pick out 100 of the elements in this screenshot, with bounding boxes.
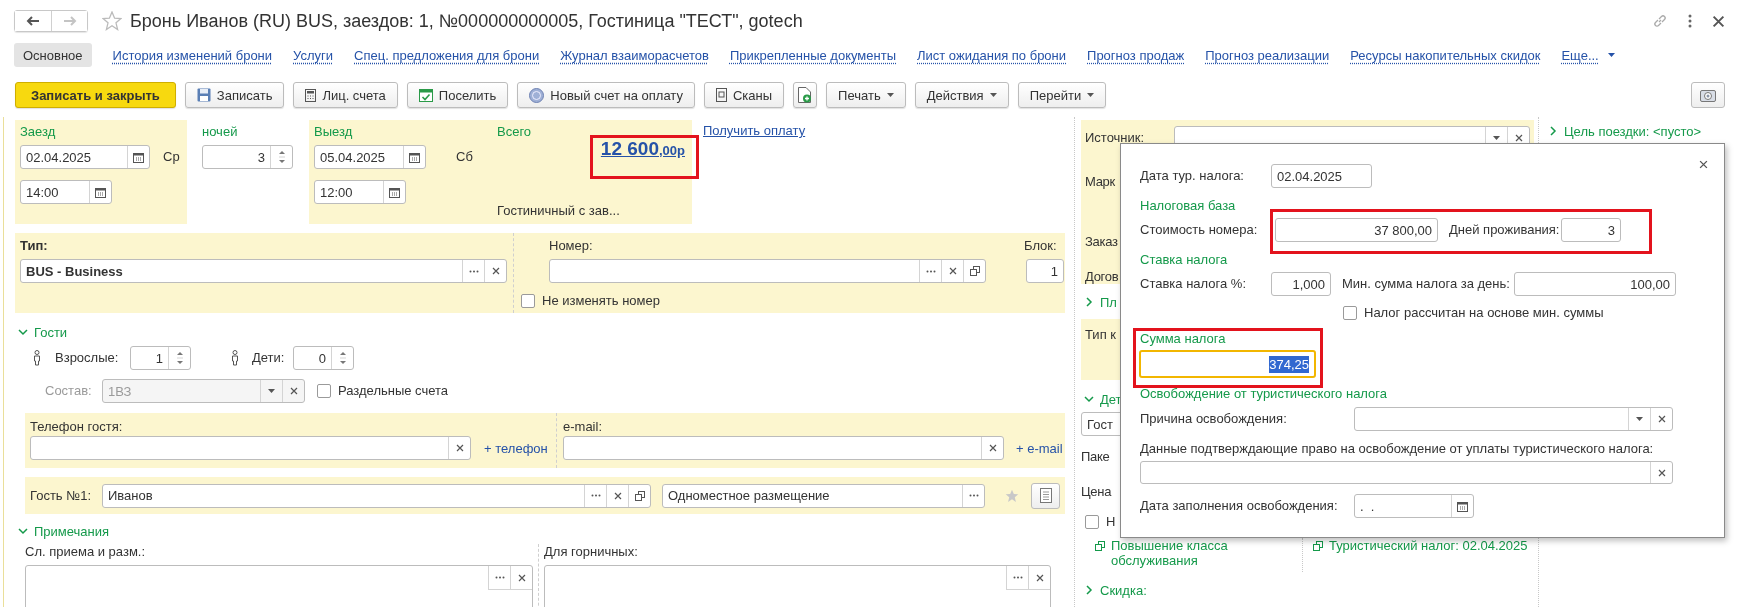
field-label: Номер: — [549, 238, 594, 254]
room-cost-field[interactable]: 37 800,00 — [1275, 218, 1438, 242]
adults-field[interactable]: 1 — [130, 346, 191, 370]
group-label: ночей — [202, 124, 238, 140]
coin-icon — [529, 87, 545, 103]
window-title: Бронь Иванов (RU) BUS, заездов: 1, №000000000005, Гостиница "ТЕСТ", gotech — [130, 10, 803, 32]
notes-button[interactable] — [1031, 482, 1060, 509]
checkbox[interactable]: Н — [1085, 514, 1116, 530]
group-title: Налоговая база — [1140, 198, 1237, 214]
window-icon — [1313, 541, 1323, 551]
field-label: Гость №1: — [30, 487, 93, 504]
min-sum-field[interactable]: 100,00 — [1514, 272, 1676, 296]
close-icon — [613, 491, 622, 500]
room-type-field[interactable]: BUS - Business — [20, 259, 507, 283]
guest-name-field[interactable]: Иванов — [102, 483, 651, 508]
date-field[interactable]: 02.04.2025 — [20, 145, 150, 169]
checkbox[interactable]: Раздельные счета — [317, 383, 449, 399]
room-number-field[interactable] — [549, 259, 986, 283]
chevron-icon — [18, 526, 28, 536]
toolbar-button[interactable]: Лиц. счета — [293, 82, 398, 108]
section-header[interactable]: Цель поездки: <пусто> — [1545, 123, 1702, 139]
tab[interactable]: Журнал взаиморасчетов — [560, 43, 709, 67]
more-menu[interactable]: Еще... — [1561, 47, 1615, 63]
link-icon — [1652, 13, 1668, 29]
field-label: Сл. приема и разм.: — [25, 544, 146, 560]
caret-icon — [1493, 136, 1500, 140]
nights-field[interactable]: 3 — [202, 145, 293, 169]
ellipsis-icon — [925, 269, 936, 273]
camera-icon — [1700, 88, 1716, 102]
menu-button[interactable]: Перейти — [1017, 82, 1107, 108]
menu-button[interactable]: Действия — [914, 82, 1009, 108]
add-phone-link[interactable]: + телефон — [484, 440, 548, 456]
star-icon — [102, 11, 122, 31]
back-button[interactable] — [15, 11, 51, 31]
caret-icon — [1607, 53, 1615, 57]
children-field[interactable]: 0 — [293, 346, 354, 370]
camera-button[interactable] — [1691, 82, 1725, 108]
close-icon — [988, 444, 997, 452]
upgrade-link[interactable]: Повышение класса обслуживания — [1095, 538, 1235, 568]
tab[interactable]: История изменений брони — [112, 43, 273, 67]
group-title: Сумма налога — [1140, 331, 1227, 347]
add-email-link[interactable]: + e-mail — [1016, 440, 1063, 456]
exemption-date-field[interactable]: . . — [1354, 494, 1474, 518]
section-header[interactable]: Примечания — [15, 523, 110, 539]
clear-button[interactable] — [510, 566, 532, 590]
section-header[interactable]: Пл — [1081, 294, 1117, 310]
phone-field[interactable] — [30, 436, 471, 460]
rate-field[interactable]: 1,000 — [1271, 272, 1331, 296]
tab[interactable]: Прогноз продаж — [1087, 43, 1185, 67]
more-icon — [1688, 14, 1692, 28]
toolbar-button[interactable]: Записать — [184, 82, 285, 108]
placement-field[interactable]: Одноместное размещение — [662, 483, 985, 508]
save-close-button[interactable]: Записать и закрыть — [15, 82, 176, 108]
close-icon — [948, 267, 957, 275]
chevron-icon — [1548, 126, 1558, 136]
close-icon — [1035, 573, 1044, 582]
caret-icon — [268, 389, 275, 393]
weekday-label: Ср — [163, 149, 180, 165]
section-header[interactable]: Гости — [15, 324, 68, 340]
tab[interactable]: Основное — [14, 43, 92, 67]
tourist-tax-link[interactable]: Туристический налог: 02.04.2025 — [1313, 538, 1528, 553]
date-field[interactable]: 05.04.2025 — [314, 145, 426, 169]
toolbar-button[interactable]: Поселить — [406, 82, 509, 108]
caret-icon — [886, 93, 894, 97]
tab[interactable]: Лист ожидания по брони — [917, 43, 1067, 67]
floppy-icon — [196, 88, 211, 102]
calendar-icon — [133, 151, 144, 163]
add-document-button[interactable] — [793, 82, 818, 108]
section-header[interactable]: Скидка: — [1081, 582, 1147, 598]
days-field[interactable]: 3 — [1561, 218, 1621, 242]
group-title: Освобождение от туристического налога — [1140, 386, 1389, 402]
field-label: Догов — [1085, 269, 1119, 285]
checkbox[interactable]: Не изменять номер — [521, 293, 660, 309]
payment-link[interactable]: Получить оплату — [703, 123, 806, 139]
section-header[interactable]: Дет — [1081, 391, 1122, 407]
checkbox[interactable]: Налог рассчитан на основе мин. суммы — [1343, 305, 1604, 321]
tab[interactable]: Услуги — [293, 43, 334, 67]
total-amount-link[interactable]: 12 600,00р — [600, 138, 685, 162]
field-label: Заказ — [1085, 234, 1118, 250]
window-icon — [634, 490, 645, 501]
calendar-icon — [389, 186, 400, 198]
window-icon — [1095, 541, 1105, 551]
tab[interactable]: Прикрепленные документы — [729, 43, 896, 67]
tab[interactable]: Прогноз реализации — [1205, 43, 1330, 67]
tax-date-field[interactable]: 02.04.2025 — [1271, 164, 1372, 188]
tab[interactable]: Ресурсы накопительных скидок — [1350, 43, 1541, 67]
tax-sum-field[interactable]: 374,25 — [1139, 350, 1316, 378]
toolbar-button[interactable]: Сканы — [703, 82, 785, 108]
toolbar-button[interactable]: Новый счет на оплату — [517, 82, 695, 108]
email-field[interactable] — [563, 436, 1004, 460]
block-field[interactable]: 1 — [1026, 259, 1064, 283]
field-label: Состав: — [45, 383, 93, 399]
close-button[interactable] — [1697, 158, 1710, 171]
field-label: Дата заполнения освобождения: — [1140, 498, 1339, 514]
time-field[interactable]: 12:00 — [314, 180, 406, 204]
proof-field[interactable] — [1140, 461, 1673, 484]
clear-button[interactable] — [1028, 566, 1050, 590]
menu-button[interactable]: Печать — [826, 82, 906, 108]
tab[interactable]: Спец. предложения для брони — [354, 43, 540, 67]
time-field[interactable]: 14:00 — [20, 180, 112, 204]
